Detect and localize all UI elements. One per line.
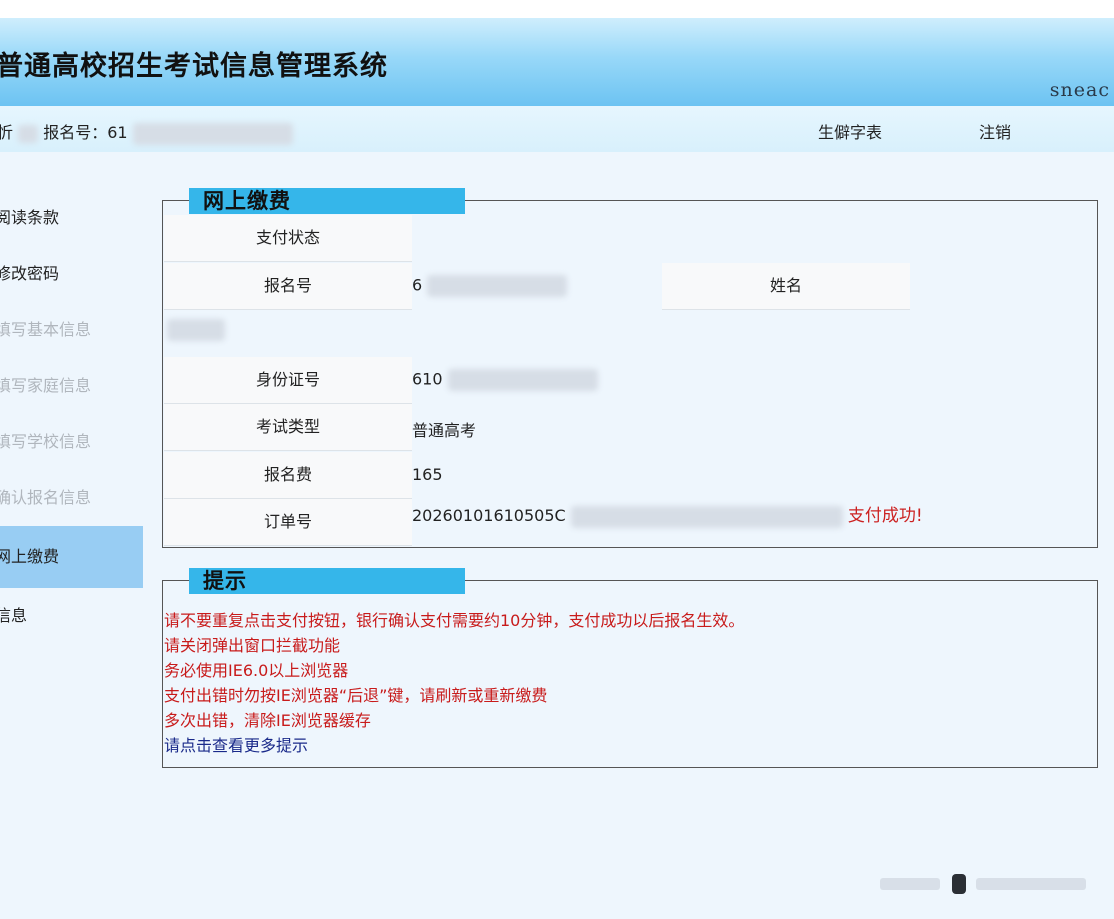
sidebar-nav: 阅读条款 修改密码 填写基本信息 填写家庭信息 填写学校信息 确认报名信息 网上… (0, 190, 143, 644)
system-title: 普通高校招生考试信息管理系统 (0, 51, 388, 82)
payment-success-text: 支付成功! (847, 506, 923, 526)
exam-type-value: 普通高考 (412, 421, 477, 440)
sidebar-item-basic-info: 填写基本信息 (0, 302, 143, 358)
fee-label: 报名费 (164, 452, 412, 499)
redacted-reg-number (132, 122, 293, 145)
redacted-id-number (447, 369, 598, 391)
reg-number-text: 6 (412, 275, 423, 295)
sidebar-item-info[interactable]: 信息 (0, 588, 143, 644)
sidebar-item-label: 填写学校信息 (0, 432, 92, 451)
rare-char-table-link[interactable]: 生僻字表 (818, 119, 882, 143)
reg-number-label: 报名号 (164, 263, 412, 310)
redacted-name (18, 124, 39, 143)
redacted-reg-number (427, 275, 568, 297)
tips-legend: 提示 (189, 568, 465, 594)
tip-line: 请不要重复点击支付按钮，银行确认支付需要约10分钟，支付成功以后报名生效。 (164, 611, 745, 630)
sidebar-item-label: 填写家庭信息 (0, 376, 92, 395)
sidebar-item-change-password[interactable]: 修改密码 (0, 246, 143, 302)
sidebar-item-confirm-info: 确认报名信息 (0, 470, 143, 526)
sidebar-item-read-terms[interactable]: 阅读条款 (0, 190, 143, 246)
sidebar-item-label: 网上缴费 (0, 547, 60, 566)
fee-value: 165 (412, 465, 443, 484)
user-name-fragment: 忻 (0, 123, 14, 142)
brand-logo-text: sneac (1049, 79, 1110, 101)
redacted-order-number (570, 505, 843, 528)
id-number-value: 610 (412, 369, 598, 391)
user-reg-label: 报名号：61 (43, 123, 128, 142)
blurred-toolbar-icon (880, 874, 1086, 894)
payment-panel: 网上缴费 支付状态 报名号 6 姓名 身份证号 610 考试类型 普通高考 报名… (162, 188, 1098, 548)
sidebar-item-label: 修改密码 (0, 264, 60, 283)
name-label: 姓名 (662, 263, 910, 310)
sidebar-item-label: 填写基本信息 (0, 320, 92, 339)
reg-number-value: 6 (412, 275, 568, 297)
top-strip (0, 0, 1114, 18)
payment-status-label: 支付状态 (164, 215, 412, 262)
payment-legend: 网上缴费 (189, 188, 465, 214)
more-tips-link[interactable]: 请点击查看更多提示 (164, 732, 308, 756)
sidebar-item-label: 信息 (0, 606, 28, 625)
tip-line: 务必使用IE6.0以上浏览器 (164, 661, 349, 680)
user-bar: 忻 报名号：61 生僻字表 注销 (0, 106, 1114, 152)
user-info: 忻 报名号：61 (0, 119, 293, 145)
redacted-name-value (167, 319, 225, 341)
corner-toolbar-icons (880, 872, 1090, 896)
sidebar-item-family-info: 填写家庭信息 (0, 358, 143, 414)
tip-line: 请关闭弹出窗口拦截功能 (164, 636, 341, 655)
logout-link[interactable]: 注销 (979, 119, 1011, 143)
sidebar-item-label: 阅读条款 (0, 208, 60, 227)
sidebar-item-online-payment[interactable]: 网上缴费 (0, 526, 143, 588)
id-number-label: 身份证号 (164, 357, 412, 404)
header-banner: 普通高校招生考试信息管理系统 sneac (0, 18, 1114, 106)
id-number-text: 610 (412, 369, 443, 389)
tip-line: 支付出错时勿按IE浏览器“后退”键，请刷新或重新缴费 (164, 686, 548, 705)
order-number-label: 订单号 (164, 499, 412, 546)
tip-line: 多次出错，清除IE浏览器缓存 (164, 711, 371, 730)
tips-panel: 提示 请不要重复点击支付按钮，银行确认支付需要约10分钟，支付成功以后报名生效。… (162, 568, 1098, 768)
exam-type-label: 考试类型 (164, 404, 412, 451)
sidebar-item-label: 确认报名信息 (0, 488, 92, 507)
order-number-value: 20260101610505C 支付成功! (412, 501, 923, 528)
sidebar-item-school-info: 填写学校信息 (0, 414, 143, 470)
order-number-text: 20260101610505C (412, 506, 566, 525)
